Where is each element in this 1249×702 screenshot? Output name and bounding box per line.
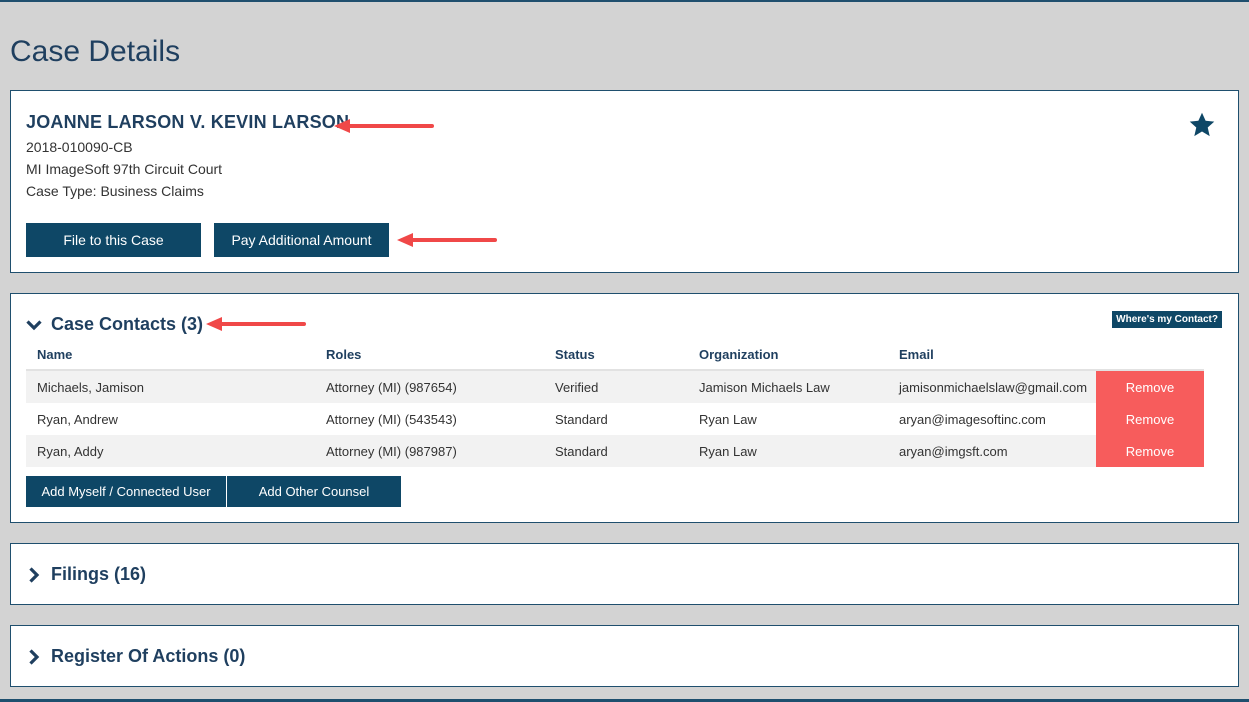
contact-organization: Ryan Law <box>688 435 888 467</box>
contact-action-cell: Remove <box>1096 435 1204 467</box>
contact-email: jamisonmichaelslaw@gmail.com <box>888 370 1096 403</box>
column-header-roles: Roles <box>315 339 544 371</box>
column-header-organization: Organization <box>688 339 888 371</box>
contact-roles: Attorney (MI) (543543) <box>326 411 457 427</box>
contact-email: aryan@imgsft.com <box>888 435 1096 467</box>
arrow-annotation-icon <box>206 317 306 331</box>
case-type: Case Type: Business Claims <box>26 183 204 199</box>
filings-panel: Filings (16) <box>10 543 1239 605</box>
register-of-actions-toggle[interactable]: Register Of Actions (0) <box>26 646 245 667</box>
contact-action-cell: Remove <box>1096 370 1204 403</box>
contact-roles: Attorney (MI) (987654) <box>315 370 544 403</box>
case-contacts-title: Case Contacts (3) <box>51 314 204 334</box>
star-icon[interactable] <box>1188 111 1216 139</box>
contact-name: Ryan, Addy <box>26 435 315 467</box>
table-header-row: Name Roles Status Organization Email <box>26 339 1204 371</box>
pay-additional-amount-button[interactable]: Pay Additional Amount <box>214 223 389 257</box>
chevron-down-icon <box>26 319 42 330</box>
case-number: 2018-010090-CB <box>26 139 133 155</box>
remove-contact-button[interactable]: Remove <box>1096 371 1204 403</box>
arrow-annotation-icon <box>397 233 497 247</box>
arrow-annotation-icon <box>334 119 434 133</box>
contact-action-cell: Remove <box>1096 403 1204 435</box>
case-summary-panel: JOANNE LARSON V. KEVIN LARSON 2018-01009… <box>10 90 1239 273</box>
column-header-status: Status <box>544 339 688 371</box>
contact-status: Standard <box>555 411 608 427</box>
add-other-counsel-button[interactable]: Add Other Counsel <box>227 476 401 507</box>
filings-toggle[interactable]: Filings (16) <box>26 564 146 585</box>
wheres-my-contact-button[interactable]: Where's my Contact? <box>1112 311 1222 328</box>
case-contacts-panel: Case Contacts (3) Where's my Contact? Na… <box>10 293 1239 523</box>
top-border <box>0 0 1249 2</box>
contact-name: Ryan, Andrew <box>37 411 118 427</box>
table-row: Michaels, Jamison Attorney (MI) (987654)… <box>26 370 1204 403</box>
contacts-table: Name Roles Status Organization Email Mic… <box>26 339 1204 467</box>
case-contacts-toggle[interactable]: Case Contacts (3) <box>26 314 203 335</box>
contact-status: Standard <box>544 435 688 467</box>
file-to-case-button[interactable]: File to this Case <box>26 223 201 257</box>
register-of-actions-title: Register Of Actions (0) <box>51 646 246 666</box>
case-title: JOANNE LARSON V. KEVIN LARSON <box>26 112 350 132</box>
court-name: MI ImageSoft 97th Circuit Court <box>26 161 223 177</box>
chevron-right-icon <box>29 566 40 583</box>
remove-contact-button[interactable]: Remove <box>1096 435 1204 467</box>
contact-organization: Jamison Michaels Law <box>688 370 888 403</box>
add-myself-button[interactable]: Add Myself / Connected User <box>26 476 226 507</box>
column-header-email: Email <box>888 339 1096 371</box>
contact-email: aryan@imagesoftinc.com <box>899 411 1046 427</box>
column-header-action <box>1096 339 1204 371</box>
page-title: Case Details <box>10 35 181 68</box>
table-row: Ryan, Addy Attorney (MI) (987987) Standa… <box>26 435 1204 467</box>
register-of-actions-panel: Register Of Actions (0) <box>10 625 1239 687</box>
filings-title: Filings (16) <box>51 564 147 584</box>
column-header-name: Name <box>26 339 315 371</box>
contact-roles: Attorney (MI) (987987) <box>315 435 544 467</box>
chevron-right-icon <box>29 648 40 665</box>
contact-name: Michaels, Jamison <box>26 370 315 403</box>
remove-contact-button[interactable]: Remove <box>1096 403 1204 435</box>
contact-organization: Ryan Law <box>699 411 757 427</box>
contact-status: Verified <box>544 370 688 403</box>
table-row: Ryan, Andrew Attorney (MI) (543543) Stan… <box>26 403 1204 435</box>
